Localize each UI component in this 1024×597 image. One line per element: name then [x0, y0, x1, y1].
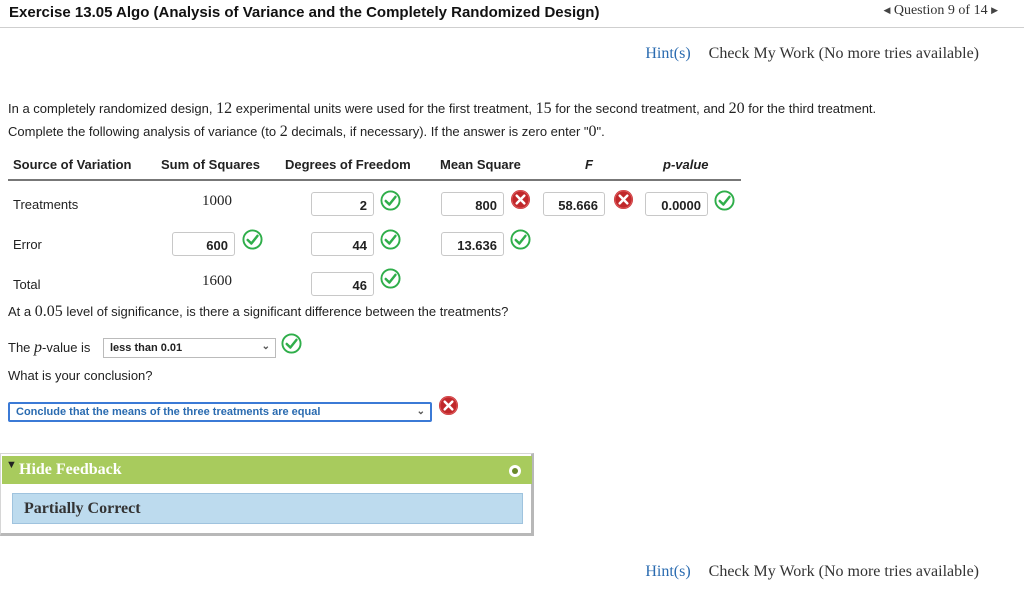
- total-df-input[interactable]: 46: [311, 272, 374, 296]
- top-links: Hint(s) Check My Work (No more tries ava…: [645, 45, 979, 63]
- treatments-df-input[interactable]: 2: [311, 192, 374, 216]
- chevron-down-icon: ⌄: [416, 406, 425, 417]
- row-label-error: Error: [13, 237, 42, 252]
- error-ss-input[interactable]: 600: [172, 232, 235, 256]
- col-sum-of-squares: Sum of Squares: [161, 157, 260, 172]
- prev-question-icon[interactable]: ◀: [883, 5, 890, 16]
- col-source: Source of Variation: [13, 157, 132, 172]
- pvalue-question: The p-value is: [8, 339, 91, 356]
- treatments-p-input[interactable]: 0.0000: [645, 192, 708, 216]
- correct-icon: [510, 229, 531, 250]
- error-ms-input[interactable]: 13.636: [441, 232, 504, 256]
- bottom-links: Hint(s) Check My Work (No more tries ava…: [645, 563, 979, 581]
- conclusion-select[interactable]: Conclude that the means of the three tre…: [8, 402, 432, 422]
- incorrect-icon: [438, 395, 459, 416]
- correct-icon: [242, 229, 263, 250]
- incorrect-icon: [613, 189, 634, 210]
- check-my-work-link[interactable]: Check My Work (No more tries available): [709, 45, 979, 62]
- feedback-body: Partially Correct: [12, 493, 523, 524]
- hint-link[interactable]: Hint(s): [645, 563, 690, 580]
- hide-feedback-label: Hide Feedback: [19, 461, 122, 478]
- col-f: F: [585, 157, 593, 172]
- row-label-total: Total: [13, 277, 41, 292]
- correct-icon: [380, 190, 401, 211]
- question-navigator: ◀ Question 9 of 14 ▶: [883, 3, 998, 19]
- question-counter: Question 9 of 14: [893, 3, 988, 18]
- correct-icon: [281, 333, 302, 354]
- col-mean-square: Mean Square: [440, 157, 521, 172]
- n-treatment-3: 20: [728, 100, 745, 117]
- incorrect-icon: [510, 189, 531, 210]
- total-ss: 1600: [202, 273, 232, 289]
- col-degrees-of-freedom: Degrees of Freedom: [285, 157, 411, 172]
- title-bar: Exercise 13.05 Algo (Analysis of Varianc…: [0, 0, 1024, 28]
- hint-link[interactable]: Hint(s): [645, 45, 690, 62]
- feedback-result: Partially Correct: [24, 500, 141, 517]
- treatments-ss: 1000: [202, 193, 232, 209]
- n-treatment-1: 12: [216, 100, 233, 117]
- col-p-value: p-value: [663, 157, 709, 172]
- chevron-down-icon: ⌄: [261, 341, 270, 352]
- row-label-treatments: Treatments: [13, 197, 79, 212]
- treatments-f-input[interactable]: 58.666: [543, 192, 605, 216]
- correct-icon: [380, 268, 401, 289]
- correct-icon: [380, 229, 401, 250]
- caret-down-icon: ▼: [6, 459, 17, 471]
- feedback-toggle[interactable]: ▼ Hide Feedback: [2, 456, 532, 484]
- error-df-input[interactable]: 44: [311, 232, 374, 256]
- treatments-ms-input[interactable]: 800: [441, 192, 504, 216]
- feedback-panel: ▼ Hide Feedback Partially Correct: [0, 453, 534, 536]
- conclusion-question: What is your conclusion?: [8, 368, 153, 383]
- next-question-icon[interactable]: ▶: [991, 5, 998, 16]
- question-text: In a completely randomized design, 12 ex…: [8, 100, 877, 140]
- pvalue-select[interactable]: less than 0.01 ⌄: [103, 338, 276, 358]
- anova-table-header: Source of Variation Sum of Squares Degre…: [8, 155, 741, 181]
- status-dot-icon: [509, 465, 521, 477]
- correct-icon: [714, 190, 735, 211]
- check-my-work-link[interactable]: Check My Work (No more tries available): [709, 563, 979, 580]
- n-treatment-2: 15: [535, 100, 552, 117]
- significance-question: At a 0.05 level of significance, is ther…: [8, 303, 509, 320]
- page-title: Exercise 13.05 Algo (Analysis of Varianc…: [9, 4, 600, 21]
